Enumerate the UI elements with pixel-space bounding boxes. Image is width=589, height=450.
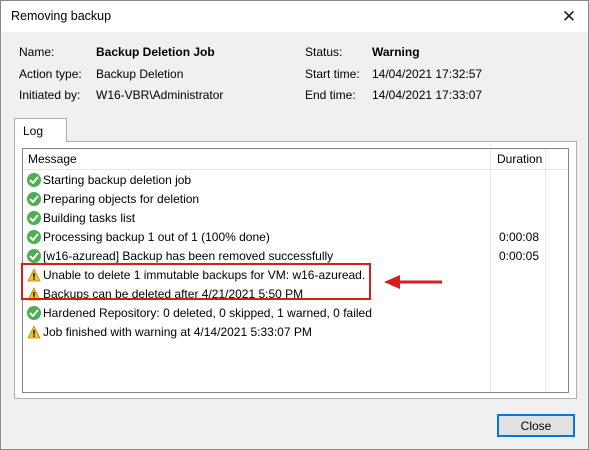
message-column-header[interactable]: Message bbox=[28, 152, 77, 166]
red-arrow-icon bbox=[384, 275, 442, 289]
removing-backup-dialog: Removing backup ✕ Name: Backup Deletion … bbox=[0, 0, 589, 450]
log-message: Hardened Repository: 0 deleted, 0 skippe… bbox=[43, 306, 372, 320]
check-circle-icon bbox=[27, 249, 41, 263]
end-time-label: End time: bbox=[305, 88, 356, 102]
close-icon[interactable]: ✕ bbox=[550, 1, 588, 32]
log-row[interactable]: Starting backup deletion job bbox=[23, 171, 568, 190]
check-circle-icon bbox=[27, 192, 41, 206]
name-value: Backup Deletion Job bbox=[96, 45, 215, 59]
check-circle-icon bbox=[27, 230, 41, 244]
warning-triangle-icon bbox=[27, 325, 41, 339]
log-duration: 0:00:05 bbox=[498, 249, 539, 263]
check-circle-icon bbox=[27, 306, 41, 320]
tab-log[interactable]: Log bbox=[14, 118, 67, 142]
close-button[interactable]: Close bbox=[497, 414, 575, 437]
duration-column-header[interactable]: Duration bbox=[497, 152, 542, 166]
log-duration: 0:00:08 bbox=[498, 230, 539, 244]
log-row[interactable]: Processing backup 1 out of 1 (100% done)… bbox=[23, 228, 568, 247]
status-label: Status: bbox=[305, 45, 343, 59]
log-grid-header: Message Duration bbox=[23, 149, 568, 170]
tab-log-label: Log bbox=[23, 124, 44, 138]
log-message: Job finished with warning at 4/14/2021 5… bbox=[43, 325, 312, 339]
action-type-label: Action type: bbox=[19, 67, 82, 81]
start-time-label: Start time: bbox=[305, 67, 360, 81]
log-row[interactable]: Preparing objects for deletion bbox=[23, 190, 568, 209]
status-value: Warning bbox=[372, 45, 420, 59]
warning-highlight-box bbox=[21, 263, 371, 300]
initiated-by-label: Initiated by: bbox=[19, 88, 81, 102]
check-circle-icon bbox=[27, 211, 41, 225]
name-label: Name: bbox=[19, 45, 55, 59]
check-circle-icon bbox=[27, 173, 41, 187]
window-title: Removing backup bbox=[11, 9, 112, 23]
log-row[interactable]: Job finished with warning at 4/14/2021 5… bbox=[23, 323, 568, 342]
start-time-value: 14/04/2021 17:32:57 bbox=[372, 67, 483, 81]
log-message: Starting backup deletion job bbox=[43, 173, 192, 187]
initiated-by-value: W16-VBR\Administrator bbox=[96, 88, 224, 102]
log-row[interactable]: Hardened Repository: 0 deleted, 0 skippe… bbox=[23, 304, 568, 323]
action-type-value: Backup Deletion bbox=[96, 67, 184, 81]
log-row[interactable]: Building tasks list bbox=[23, 209, 568, 228]
end-time-value: 14/04/2021 17:33:07 bbox=[372, 88, 483, 102]
log-message: Building tasks list bbox=[43, 211, 136, 225]
log-message: Processing backup 1 out of 1 (100% done) bbox=[43, 230, 270, 244]
title-bar: Removing backup ✕ bbox=[1, 1, 588, 32]
log-message: [w16-azuread] Backup has been removed su… bbox=[43, 249, 334, 263]
log-message: Preparing objects for deletion bbox=[43, 192, 200, 206]
